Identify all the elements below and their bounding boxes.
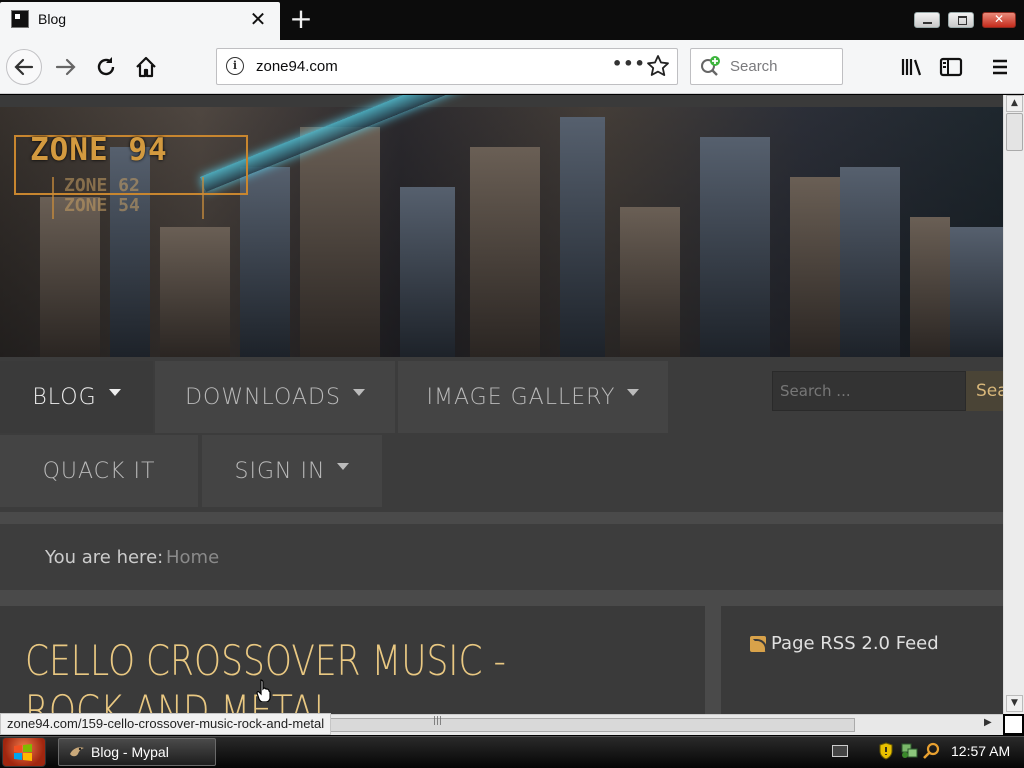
caret-down-icon <box>337 462 350 470</box>
header-banner: ZONE 94 ZONE 62 ZONE 54 <box>0 95 1003 357</box>
caret-down-icon <box>108 388 121 396</box>
nav-image-gallery[interactable]: IMAGE GALLERY <box>398 361 668 433</box>
nav-downloads-label: DOWNLOADS <box>185 384 341 410</box>
caret-down-icon <box>352 388 365 396</box>
scroll-right-arrow-icon[interactable]: ▶ <box>984 717 992 728</box>
search-engine-icon[interactable] <box>699 55 723 77</box>
nav-quack-it[interactable]: QUACK IT <box>0 435 198 507</box>
menu-button[interactable] <box>985 52 1015 82</box>
nav-sign-in-label: SIGN IN <box>234 458 326 484</box>
breadcrumb-home[interactable]: Home <box>166 547 219 568</box>
windows-logo-icon <box>13 743 33 761</box>
site-navbar: BLOG DOWNLOADS IMAGE GALLERY QUACK IT SI… <box>0 357 1003 512</box>
article-card: CELLO CROSSOVER MUSIC - ROCK AND METAL <box>0 606 705 715</box>
security-shield-icon[interactable] <box>878 742 894 760</box>
page-actions-icon[interactable]: ••• <box>612 54 646 73</box>
new-tab-button[interactable]: + <box>288 5 314 34</box>
nav-blog[interactable]: BLOG <box>0 361 153 433</box>
site-search-button[interactable]: Search <box>966 371 1003 411</box>
rss-icon[interactable] <box>750 636 767 653</box>
sidebar-toggle-button[interactable] <box>936 52 966 82</box>
divider <box>0 590 1003 606</box>
forward-button[interactable] <box>51 52 81 82</box>
nav-blog-label: BLOG <box>32 384 97 410</box>
page-viewport: ZONE 94 ZONE 62 ZONE 54 BLOG DOWNLOADS I… <box>0 95 1003 715</box>
reload-button[interactable] <box>91 52 121 82</box>
nav-sign-in[interactable]: SIGN IN <box>202 435 382 507</box>
site-info-icon[interactable]: i <box>226 57 244 75</box>
scroll-up-arrow-icon[interactable]: ▲ <box>1006 95 1023 112</box>
network-icon[interactable] <box>900 740 918 760</box>
breadcrumb: You are here: Home <box>0 524 1003 590</box>
tab-title: Blog <box>38 11 67 27</box>
scrollbar-corner <box>1003 714 1024 735</box>
taskbar-item-label: Blog - Mypal <box>91 744 169 760</box>
site-search-placeholder: Search ... <box>780 382 851 400</box>
hamburger-menu-icon <box>993 59 1007 75</box>
mypal-browser-icon <box>68 743 86 761</box>
forward-arrow-icon <box>55 58 76 76</box>
nav-image-gallery-label: IMAGE GALLERY <box>426 384 616 410</box>
window-minimize-button[interactable] <box>914 12 940 28</box>
system-clock[interactable]: 12:57 AM <box>951 743 1010 759</box>
tab-favicon-icon <box>11 10 29 28</box>
sidebar-icon <box>939 57 963 77</box>
nav-downloads[interactable]: DOWNLOADS <box>155 361 395 433</box>
back-button[interactable] <box>6 49 42 85</box>
rss-feed-link[interactable]: Page RSS 2.0 Feed <box>771 633 939 654</box>
logo-subtitle-2: ZONE 54 <box>64 195 140 216</box>
home-icon <box>136 56 156 78</box>
browser-search-placeholder: Search <box>730 58 778 75</box>
caret-down-icon <box>627 388 640 396</box>
nav-quack-it-label: QUACK IT <box>42 458 156 484</box>
search-tray-icon[interactable] <box>922 742 940 760</box>
window-restore-button[interactable] <box>948 12 974 28</box>
back-arrow-icon <box>14 58 34 76</box>
url-text[interactable]: zone94.com <box>256 58 338 75</box>
scroll-grip-icon: ||| <box>433 716 443 726</box>
divider <box>0 512 1003 524</box>
logo-subtitle-1: ZONE 62 <box>64 175 140 196</box>
article-title[interactable]: CELLO CROSSOVER MUSIC - ROCK AND METAL <box>25 636 574 715</box>
status-bar-url: zone94.com/159-cello-crossover-music-roc… <box>0 713 332 735</box>
sidebar-module <box>721 693 1003 715</box>
breadcrumb-label: You are here: <box>45 547 164 568</box>
tab-close-icon[interactable]: ✕ <box>248 8 268 30</box>
keyboard-icon[interactable] <box>832 745 848 757</box>
vertical-scrollbar[interactable]: ▲ ▼ <box>1003 95 1024 714</box>
scroll-down-arrow-icon[interactable]: ▼ <box>1006 695 1023 712</box>
library-icon <box>901 59 922 76</box>
library-button[interactable] <box>896 52 926 82</box>
bookmark-star-icon[interactable] <box>646 54 670 78</box>
reload-icon <box>97 57 115 76</box>
home-button[interactable] <box>131 52 161 82</box>
column-gap <box>705 606 721 715</box>
window-close-button[interactable] <box>982 12 1016 28</box>
hand-cursor-icon <box>256 678 272 703</box>
scroll-thumb[interactable] <box>1006 113 1023 151</box>
site-logo[interactable]: ZONE 94 <box>30 132 168 168</box>
